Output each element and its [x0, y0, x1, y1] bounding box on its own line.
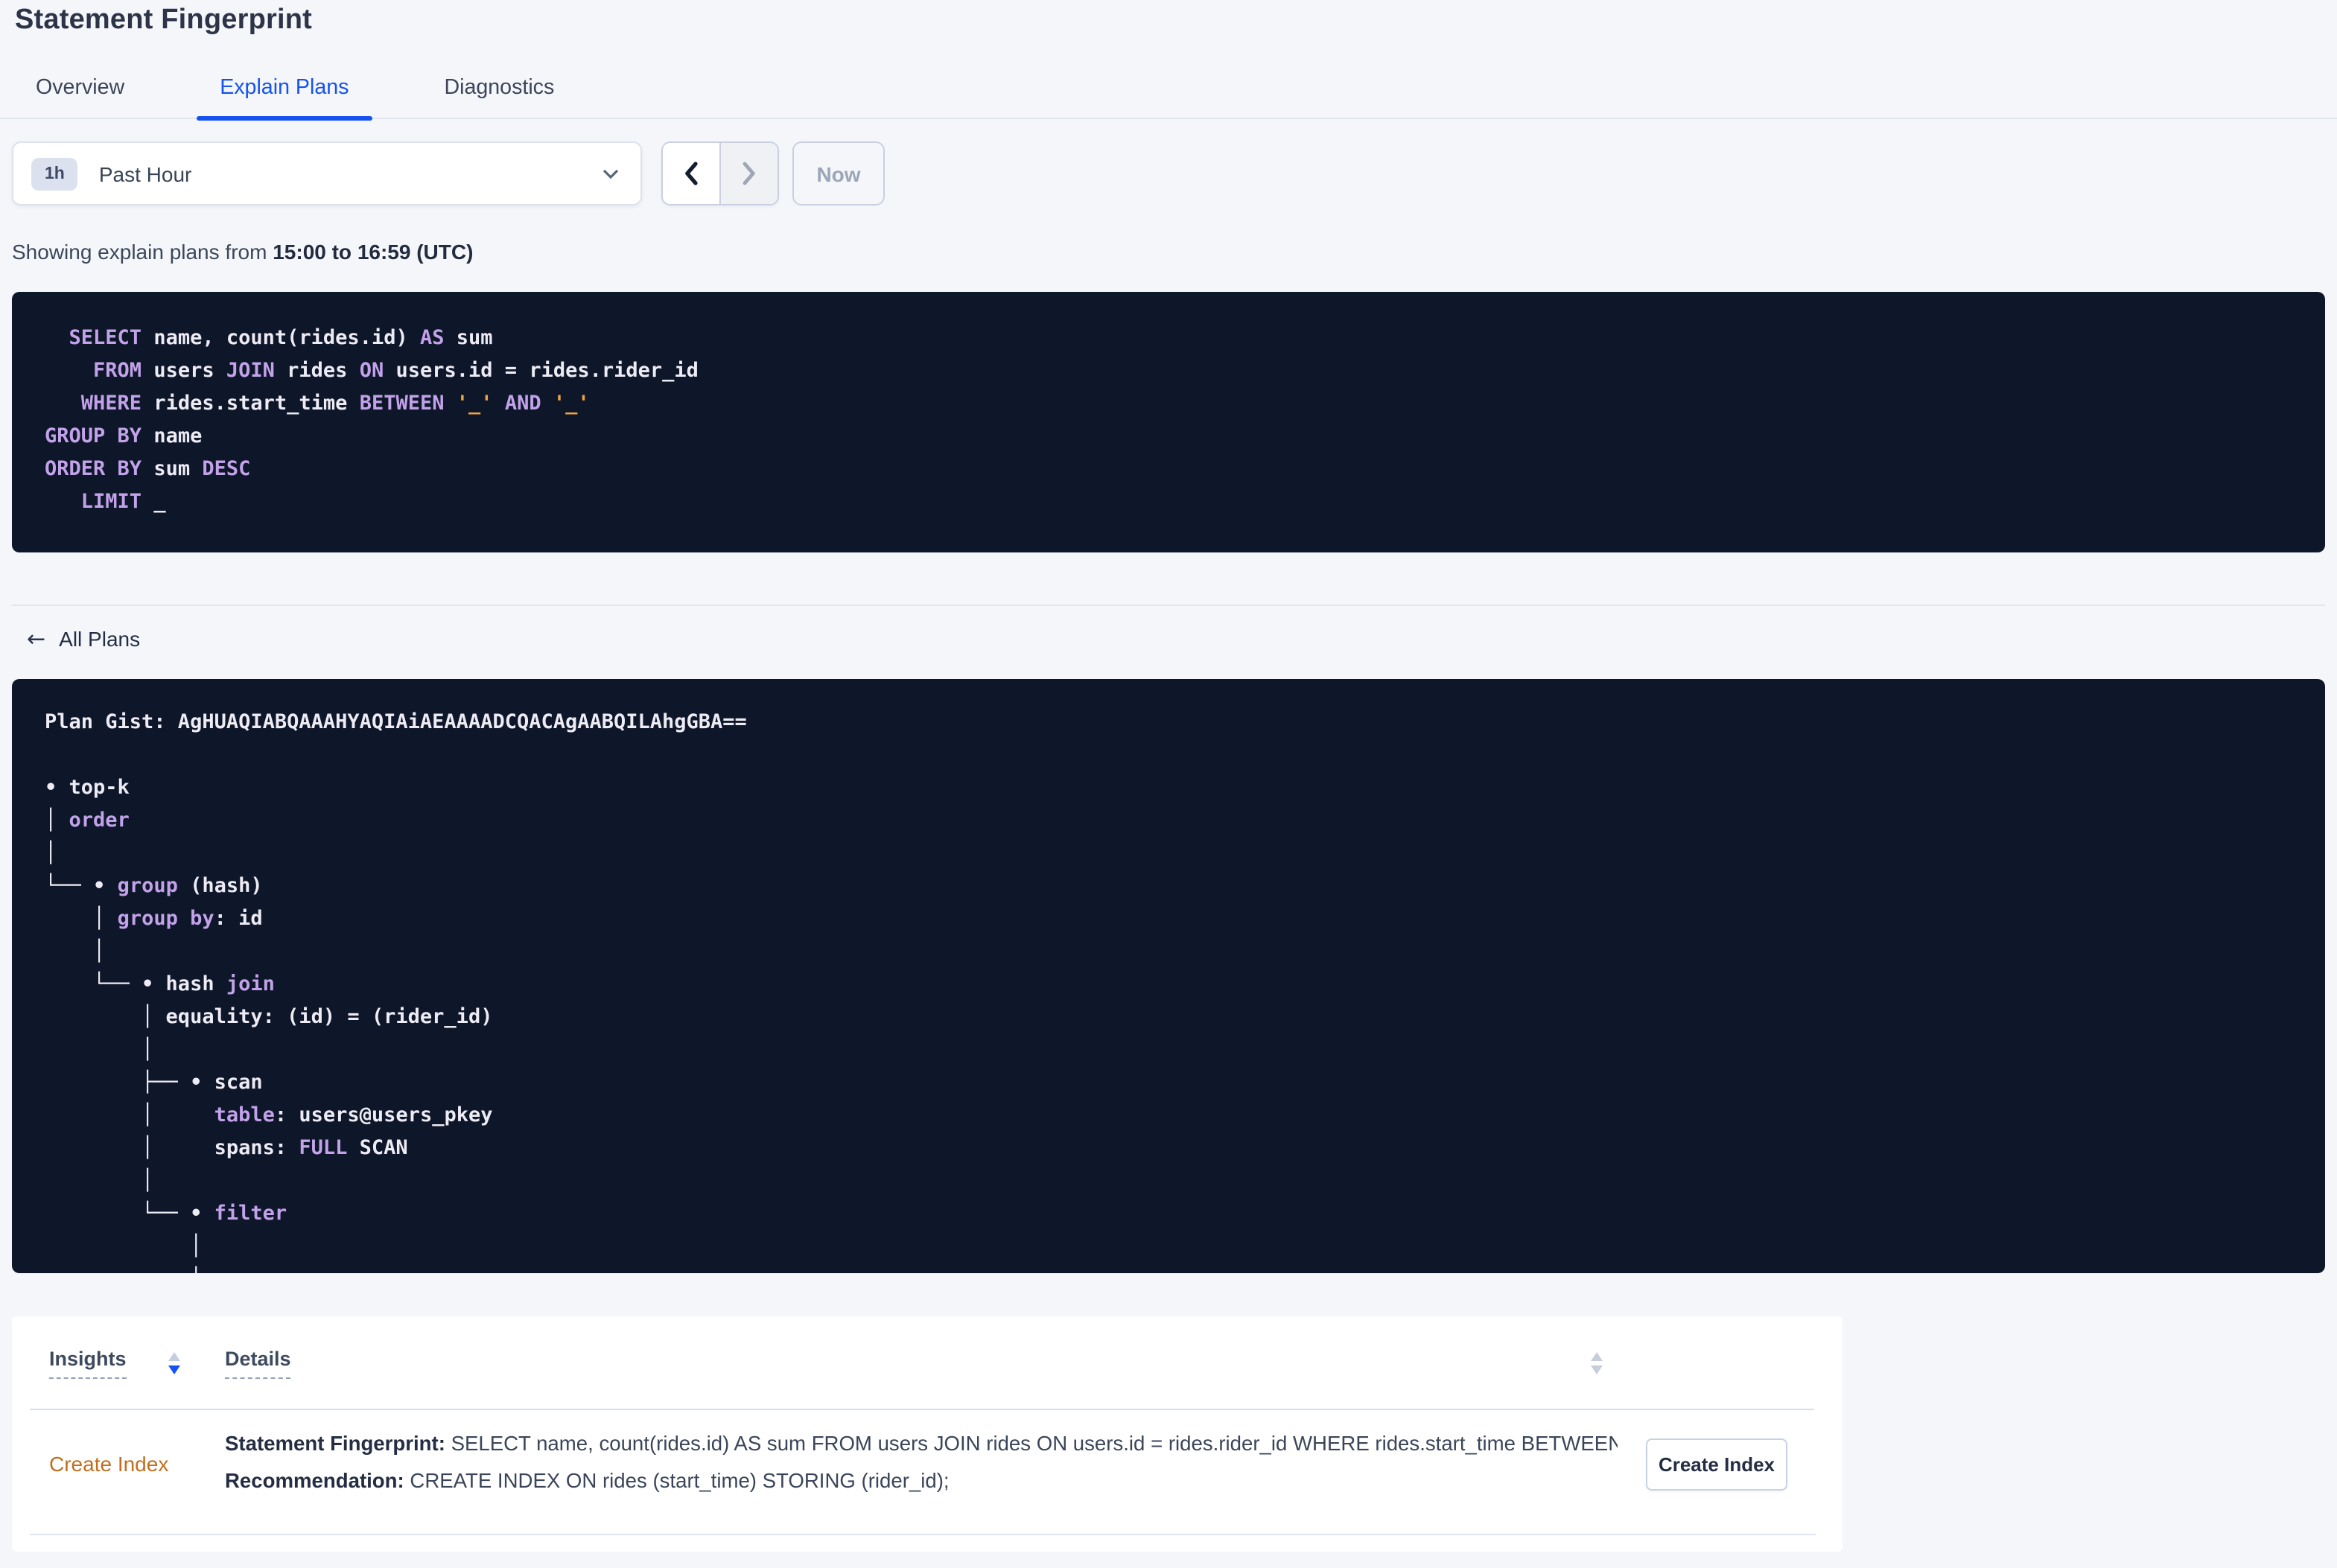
now-button[interactable]: Now: [792, 141, 885, 205]
time-nav-group: [661, 141, 779, 205]
time-range-dropdown[interactable]: 1h Past Hour: [12, 141, 642, 205]
tab-overview[interactable]: Overview: [36, 58, 124, 118]
statement-fingerprint-text: SELECT name, count(rides.id) AS sum FROM…: [445, 1432, 1618, 1455]
sort-down-caret: [168, 1365, 180, 1374]
tab-diagnostics[interactable]: Diagnostics: [444, 58, 554, 118]
insight-type-label: Create Index: [49, 1452, 169, 1476]
page: Statement Fingerprint Overview Explain P…: [0, 0, 2337, 1568]
chevron-left-icon: [682, 161, 700, 186]
sort-icon-details[interactable]: [1591, 1352, 1603, 1374]
all-plans-link[interactable]: ← All Plans: [27, 625, 140, 652]
column-header-insights[interactable]: Insights: [49, 1348, 127, 1379]
time-range-badge: 1h: [31, 157, 78, 190]
tab-explain-plans[interactable]: Explain Plans: [196, 58, 372, 121]
previous-time-button[interactable]: [663, 143, 721, 204]
sort-up-caret: [1591, 1352, 1603, 1361]
recommendation-label: Recommendation:: [225, 1470, 404, 1492]
showing-prefix: Showing explain plans from: [12, 240, 273, 264]
sort-down-caret: [1591, 1365, 1603, 1374]
arrow-left-icon: ←: [27, 625, 46, 652]
time-range-label: Past Hour: [98, 162, 192, 185]
insights-table-card: Insights Details Create Index Statement …: [12, 1316, 1842, 1552]
all-plans-label: All Plans: [59, 627, 141, 651]
next-time-button[interactable]: [721, 143, 778, 204]
table-row-divider: [30, 1534, 1816, 1535]
sort-icon-insights[interactable]: [168, 1352, 180, 1374]
chevron-right-icon: [740, 161, 758, 186]
page-title: Statement Fingerprint: [15, 4, 313, 36]
recommendation-line: Recommendation: CREATE INDEX ON rides (s…: [225, 1462, 1618, 1500]
chevron-down-icon: [602, 168, 620, 179]
showing-range: 15:00 to 16:59 (UTC): [273, 240, 474, 264]
sort-up-caret: [168, 1352, 180, 1361]
insight-details-cell: Statement Fingerprint: SELECT name, coun…: [225, 1425, 1618, 1500]
tab-bar: Overview Explain Plans Diagnostics: [0, 58, 2337, 121]
table-header-divider: [30, 1409, 1814, 1410]
statement-fingerprint-line: Statement Fingerprint: SELECT name, coun…: [225, 1425, 1618, 1462]
showing-range-text: Showing explain plans from 15:00 to 16:5…: [12, 240, 473, 264]
statement-fingerprint-label: Statement Fingerprint:: [225, 1432, 445, 1455]
plan-gist-block: Plan Gist: AgHUAQIABQAAAHYAQIAiAEAAAADCQ…: [12, 679, 2325, 1273]
column-header-details[interactable]: Details: [225, 1348, 291, 1379]
sql-statement-block: SELECT name, count(rides.id) AS sum FROM…: [12, 292, 2325, 552]
create-index-button[interactable]: Create Index: [1646, 1438, 1787, 1491]
recommendation-text: CREATE INDEX ON rides (start_time) STORI…: [404, 1470, 950, 1492]
time-picker-row: 1h Past Hour Now: [12, 141, 885, 205]
section-divider: [12, 605, 2325, 606]
